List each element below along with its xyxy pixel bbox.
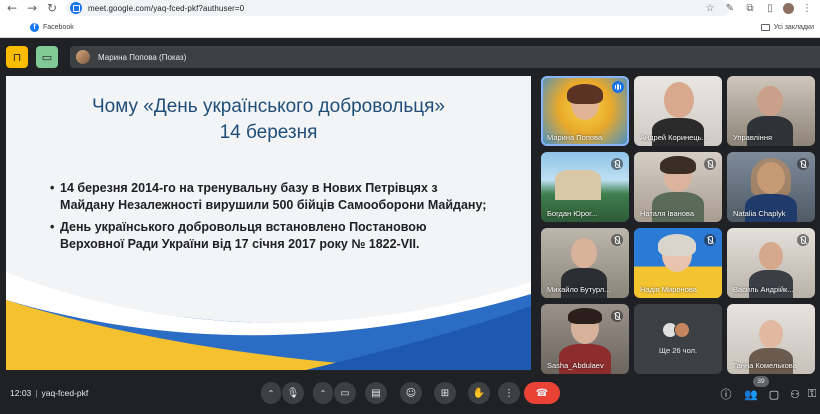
captions-icon[interactable]: ▤ xyxy=(365,382,387,404)
presenter-bar: Марина Попова (Показ) xyxy=(70,46,820,68)
browser-chrome: ← → ↻ meet.google.com/yaq-fced-pkf?authu… xyxy=(0,0,820,38)
back-icon[interactable]: ← xyxy=(4,0,20,16)
reload-icon[interactable]: ↻ xyxy=(44,0,60,16)
participant-tile[interactable]: Михайло Бутурл... xyxy=(541,228,629,298)
present-icon[interactable]: ⊞ xyxy=(434,382,456,404)
meeting-code: yaq-fced-pkf xyxy=(41,388,89,398)
address-bar[interactable]: meet.google.com/yaq-fced-pkf?authuser=0 xyxy=(66,0,730,16)
lock-icon[interactable]: ⚿ xyxy=(804,386,820,402)
folder-icon xyxy=(760,23,770,31)
mic-off-icon xyxy=(611,158,623,170)
mic-off-icon xyxy=(611,310,623,322)
extension-icon[interactable]: ✎ xyxy=(723,1,737,15)
sidepanel-icon[interactable]: ▯ xyxy=(763,1,777,15)
participant-tile[interactable]: Управління xyxy=(727,76,815,146)
presenter-avatar xyxy=(76,50,90,64)
presenter-label: Марина Попова (Показ) xyxy=(98,52,187,62)
emoji-icon[interactable]: ☺ xyxy=(400,382,422,404)
participant-name: Марина Попова xyxy=(547,133,603,142)
slide-title-line-2: 14 березня xyxy=(219,122,318,143)
facebook-icon: f xyxy=(30,22,39,32)
raise-hand-icon[interactable]: ✋ xyxy=(468,382,490,404)
slide-bullet: День українського добровольця встановлен… xyxy=(50,219,490,253)
site-info-icon[interactable] xyxy=(70,2,82,14)
url-text: meet.google.com/yaq-fced-pkf?authuser=0 xyxy=(88,3,245,13)
more-participants-label: Ще 26 чол. xyxy=(658,346,698,355)
participant-video xyxy=(759,242,783,270)
participant-tile[interactable]: Богдан Юрог... xyxy=(541,152,629,222)
participant-tile[interactable]: Надія Миронова xyxy=(634,228,722,298)
slide-title-line-1: Чому «День українського добровольця» xyxy=(92,96,445,117)
participant-name: Управління xyxy=(733,133,773,142)
info-icon[interactable]: ⓘ xyxy=(718,386,734,402)
participant-tile[interactable]: Natalia Chaplyk xyxy=(727,152,815,222)
all-bookmarks-label: Усі закладки xyxy=(773,23,814,31)
participant-name: Наталя Іванова xyxy=(640,209,695,218)
end-call-icon[interactable]: ☎ xyxy=(524,382,560,404)
participant-video xyxy=(664,82,694,118)
bookmark-star-icon[interactable]: ☆ xyxy=(703,1,717,15)
participant-video xyxy=(555,170,601,200)
participant-video xyxy=(759,320,783,348)
participant-tile[interactable]: Sasha_Abdulaev xyxy=(541,304,629,374)
activities-icon[interactable]: ⚇ xyxy=(787,386,803,402)
participant-name: Андрей Коринець... xyxy=(640,133,708,142)
caret-up-icon[interactable]: ⌃ xyxy=(261,382,281,404)
puzzle-icon[interactable]: ⧉ xyxy=(743,1,757,15)
participant-tile[interactable]: Андрей Коринець... xyxy=(634,76,722,146)
caret-up-icon[interactable]: ⌃ xyxy=(313,382,333,404)
profile-avatar[interactable] xyxy=(783,2,794,14)
participant-name: Sasha_Abdulaev xyxy=(547,361,604,370)
menu-icon[interactable]: ⋮ xyxy=(800,1,814,15)
mic-off-icon xyxy=(797,234,809,246)
meet-control-bar: 12:03 | yaq-fced-pkf ⌃ 🎙 ⌃ ▭ ▤ ☺ ⊞ ✋ ⋮ ☎ ⓘ… xyxy=(0,374,820,414)
participant-tile[interactable]: Василь Андрійк... xyxy=(727,228,815,298)
presentation-slide: Чому «День українського добровольця» 14 … xyxy=(6,76,531,370)
participant-tile[interactable]: Наталя Іванова xyxy=(634,152,722,222)
forward-icon[interactable]: → xyxy=(24,0,40,16)
slide-title: Чому «День українського добровольця» 14 … xyxy=(6,94,531,146)
separator: | xyxy=(35,388,38,398)
more-vert-icon[interactable]: ⋮ xyxy=(498,382,520,404)
participant-name: Natalia Chaplyk xyxy=(733,209,786,218)
participant-name: Ганна Комелькова xyxy=(733,361,797,370)
mic-off-icon xyxy=(797,158,809,170)
mic-off-icon xyxy=(704,234,716,246)
hand-layout-icon[interactable]: ⊓ xyxy=(6,46,28,68)
bookmark-facebook[interactable]: Facebook xyxy=(43,24,74,31)
meeting-time: 12:03 xyxy=(10,388,32,398)
speaking-indicator-icon xyxy=(612,81,624,93)
browser-toolbar-right: ☆ ✎ ⧉ ▯ ⋮ xyxy=(703,0,820,16)
chat-icon[interactable]: ▢ xyxy=(766,386,782,402)
more-participants-avatars xyxy=(662,322,690,338)
slide-bullet: 14 березня 2014-го на тренувальну базу в… xyxy=(50,180,490,214)
nav-buttons: ← → ↻ xyxy=(4,0,60,16)
mic-off-icon xyxy=(611,234,623,246)
participant-tile[interactable]: Марина Попова xyxy=(541,76,629,146)
mic-off-icon xyxy=(704,158,716,170)
participant-name: Василь Андрійк... xyxy=(733,285,794,294)
people-icon[interactable]: 👥 xyxy=(743,386,759,402)
participant-video xyxy=(571,238,597,268)
screen-share-icon[interactable]: ▭ xyxy=(36,46,58,68)
mic-icon[interactable]: 🎙 xyxy=(282,382,304,404)
slide-bullets: 14 березня 2014-го на тренувальну базу в… xyxy=(50,180,490,258)
participant-tile[interactable]: Ганна Комелькова xyxy=(727,304,815,374)
participant-name: Богдан Юрог... xyxy=(547,209,598,218)
more-participants-tile[interactable]: Ще 26 чол. xyxy=(634,304,722,374)
meeting-info: 12:03 | yaq-fced-pkf xyxy=(10,388,88,398)
bookmarks-bar: f Facebook xyxy=(0,19,820,35)
meet-top-bar: ⊓ ▭ Марина Попова (Показ) xyxy=(0,40,820,74)
camera-icon[interactable]: ▭ xyxy=(334,382,356,404)
participants-count-badge: 39 xyxy=(753,376,769,387)
participant-name: Надія Миронова xyxy=(640,285,697,294)
participant-video xyxy=(757,86,783,116)
participant-name: Михайло Бутурл... xyxy=(547,285,611,294)
all-bookmarks[interactable]: Усі закладки xyxy=(760,19,814,35)
